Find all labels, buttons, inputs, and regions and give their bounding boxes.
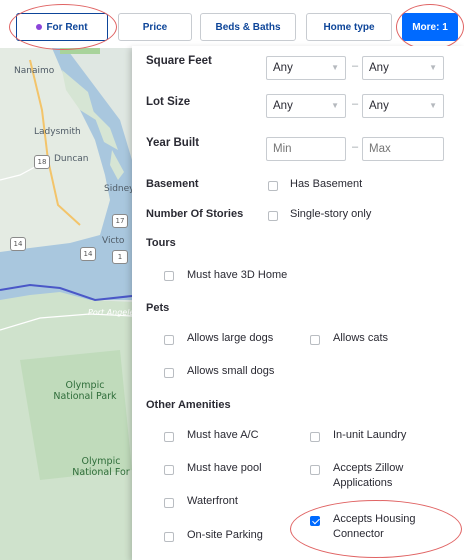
map-label-olympic-national-forest: Olympic National For (72, 456, 130, 478)
waterfront-label: Waterfront (187, 495, 238, 507)
lot-size-max-select[interactable]: Any ▼ (362, 94, 444, 118)
cats-checkbox[interactable] (310, 335, 320, 345)
lot-size-max-value: Any (369, 100, 389, 112)
chevron-down-icon: ▼ (429, 63, 437, 72)
ac-label: Must have A/C (187, 429, 259, 441)
pool-checkbox[interactable] (164, 465, 174, 475)
zillow-applications-label-line1: Accepts Zillow (333, 462, 404, 474)
square-feet-label: Square Feet (146, 55, 212, 67)
map-label-sidney: Sidney (104, 184, 135, 194)
tours-label: Tours (146, 237, 176, 249)
single-story-checkbox[interactable] (268, 211, 278, 221)
housing-connector-label-line1: Accepts Housing (333, 513, 416, 525)
map-label-nanaimo: Nanaimo (14, 66, 55, 76)
map-label-ladysmith: Ladysmith (34, 127, 81, 137)
route-shield-17: 17 (112, 214, 128, 228)
3d-home-checkbox[interactable] (164, 271, 174, 281)
zillow-applications-label-line2: Applications (333, 477, 393, 489)
home-type-filter-label: Home type (323, 21, 375, 33)
stories-label: Number Of Stories (146, 208, 244, 220)
pets-label: Pets (146, 302, 170, 314)
cats-label: Allows cats (333, 332, 389, 344)
year-built-max-input[interactable] (362, 137, 444, 161)
waterfront-checkbox[interactable] (164, 498, 174, 508)
more-filters-button[interactable]: More: 1 (402, 13, 458, 41)
housing-connector-label-line2: Connector (333, 528, 384, 540)
rent-status-dot-icon (36, 24, 43, 30)
in-unit-laundry-checkbox[interactable] (310, 432, 320, 442)
small-dogs-label: Allows small dogs (187, 365, 275, 377)
onsite-parking-label: On-site Parking (187, 529, 263, 541)
map-label-victoria: Victo (102, 236, 125, 246)
route-shield-14-a: 14 (10, 237, 26, 251)
square-feet-max-select[interactable]: Any ▼ (362, 56, 444, 80)
map-label-port-angeles: Port Angeles (88, 308, 139, 317)
lot-size-separator: – (352, 98, 359, 110)
for-rent-filter-button[interactable]: For Rent (16, 13, 108, 41)
for-rent-filter-label: For Rent (46, 21, 88, 33)
filter-bar: For Rent Price Beds & Baths Home type Mo… (0, 0, 464, 48)
route-shield-1: 1 (112, 250, 128, 264)
in-unit-laundry-label: In-unit Laundry (333, 429, 407, 441)
other-amenities-label: Other Amenities (146, 399, 231, 411)
housing-connector-label: Accepts Housing Connector (333, 512, 416, 542)
map-label-olympic-national-park: Olympic National Park (53, 380, 117, 402)
lot-size-min-value: Any (273, 100, 293, 112)
beds-baths-filter-label: Beds & Baths (215, 21, 281, 33)
lot-size-min-select[interactable]: Any ▼ (266, 94, 346, 118)
beds-baths-filter-button[interactable]: Beds & Baths (200, 13, 296, 41)
large-dogs-label: Allows large dogs (187, 332, 274, 344)
year-built-label: Year Built (146, 137, 200, 149)
route-shield-14-b: 14 (80, 247, 96, 261)
pool-label: Must have pool (187, 462, 262, 474)
map-label-duncan: Duncan (54, 154, 89, 164)
square-feet-min-value: Any (273, 62, 293, 74)
chevron-down-icon: ▼ (331, 101, 339, 110)
onsite-parking-checkbox[interactable] (164, 532, 174, 542)
square-feet-max-value: Any (369, 62, 389, 74)
year-built-min-input[interactable] (266, 137, 346, 161)
price-filter-button[interactable]: Price (118, 13, 192, 41)
home-type-filter-button[interactable]: Home type (306, 13, 392, 41)
price-filter-label: Price (142, 21, 168, 33)
has-basement-label: Has Basement (290, 178, 363, 190)
chevron-down-icon: ▼ (331, 63, 339, 72)
large-dogs-checkbox[interactable] (164, 335, 174, 345)
more-filters-panel: Square Feet Any ▼ – Any ▼ Lot Size Any ▼… (132, 46, 464, 560)
has-basement-checkbox[interactable] (268, 181, 278, 191)
more-filters-label: More: 1 (412, 21, 448, 33)
single-story-label: Single-story only (290, 208, 372, 220)
lot-size-label: Lot Size (146, 96, 191, 108)
housing-connector-checkbox[interactable] (310, 516, 320, 526)
chevron-down-icon: ▼ (429, 101, 437, 110)
small-dogs-checkbox[interactable] (164, 368, 174, 378)
square-feet-separator: – (352, 60, 359, 72)
zillow-applications-checkbox[interactable] (310, 465, 320, 475)
ac-checkbox[interactable] (164, 432, 174, 442)
basement-label: Basement (146, 178, 199, 190)
square-feet-min-select[interactable]: Any ▼ (266, 56, 346, 80)
zillow-applications-label: Accepts Zillow Applications (333, 461, 403, 491)
year-built-separator: – (352, 141, 359, 153)
route-shield-18: 18 (34, 155, 50, 169)
3d-home-label: Must have 3D Home (187, 269, 288, 281)
